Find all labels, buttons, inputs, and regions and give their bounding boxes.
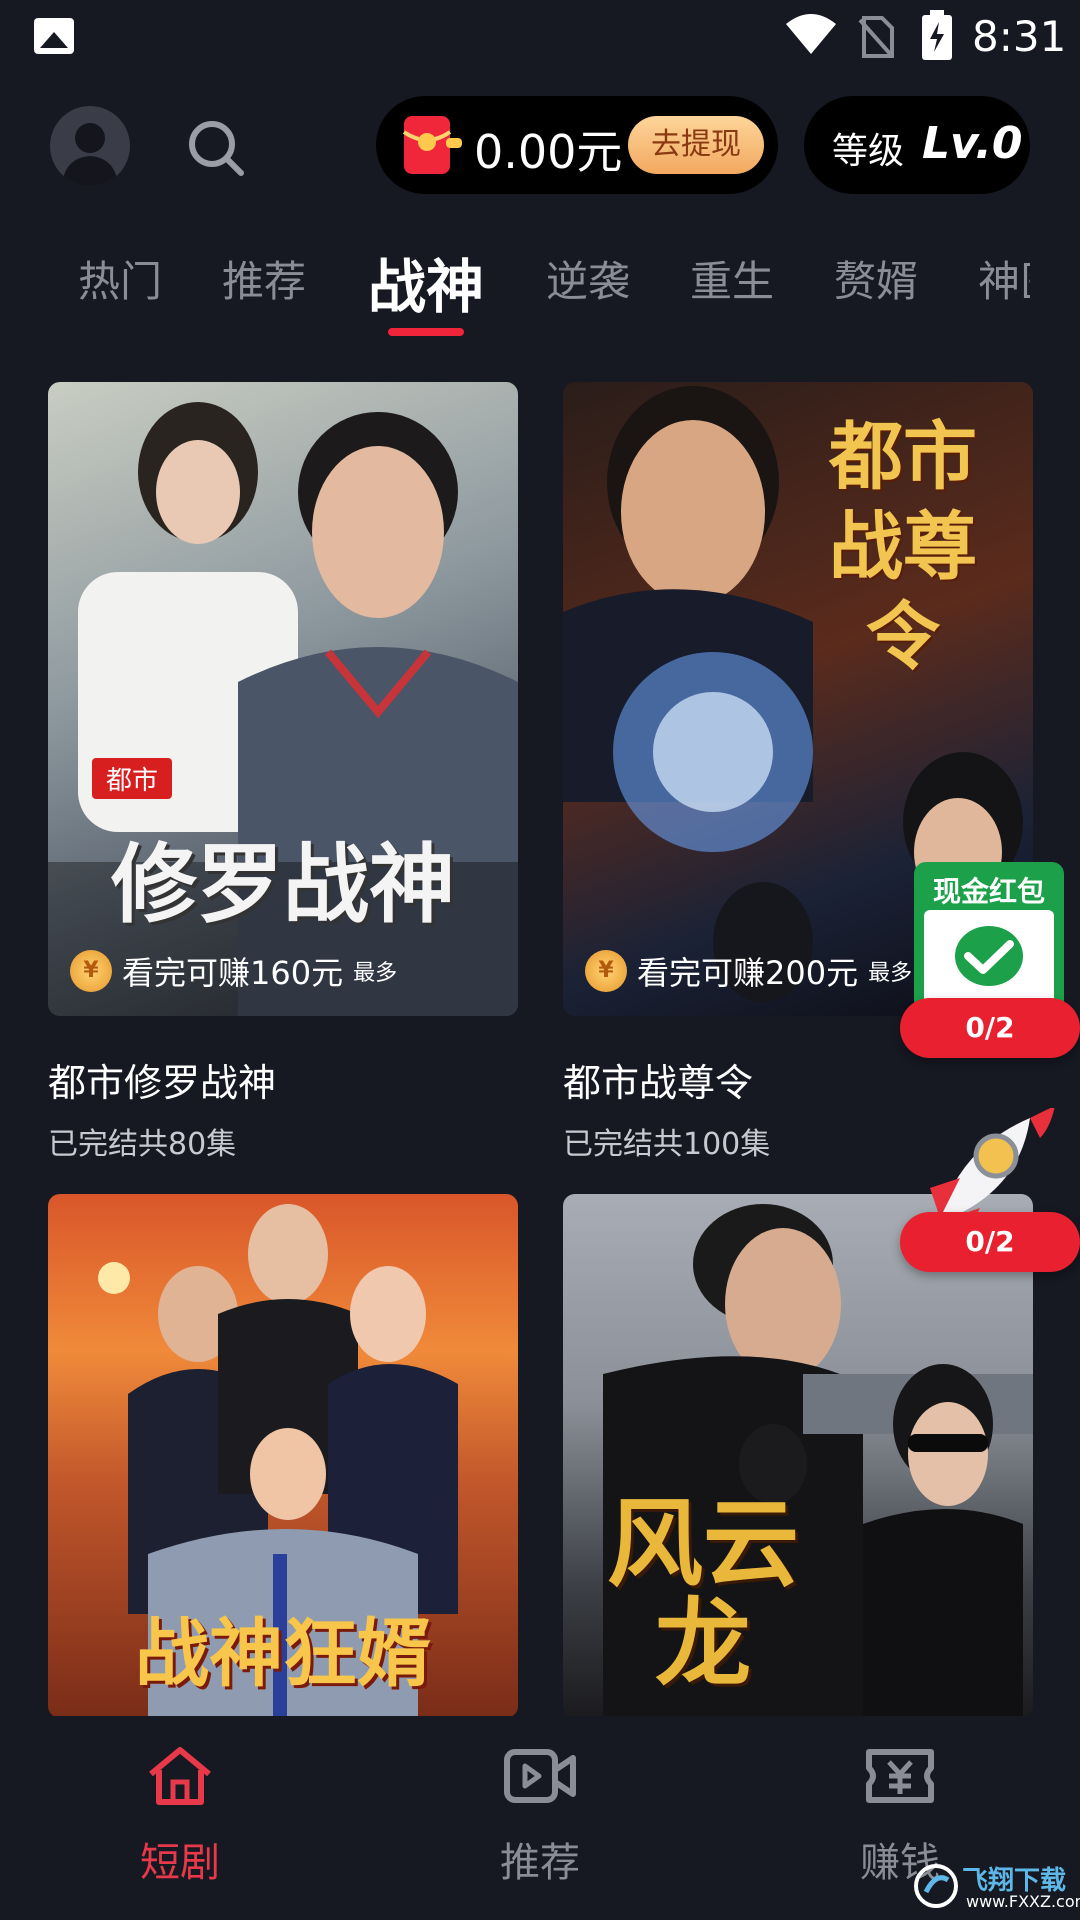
level-label: 等级 [832, 131, 905, 172]
ticket-icon [866, 1749, 934, 1803]
nav-short-drama[interactable]: 短剧 [80, 1744, 280, 1888]
poster-title: 修罗战神 [111, 834, 455, 935]
drama-card[interactable]: 风云龙 [563, 1194, 1033, 1718]
drama-poster[interactable]: 都市 修罗战神 ¥ 看完可赚160元 最多 [48, 382, 518, 1016]
nav-label: 推荐 [500, 1840, 580, 1886]
avatar[interactable] [50, 106, 130, 186]
wifi-icon [786, 14, 836, 54]
nav-recommend[interactable]: 推荐 [440, 1744, 640, 1888]
poster-title: 都市战尊令 [829, 414, 977, 680]
earn-badge: ¥ 看完可赚200元 最多 [585, 948, 912, 994]
level-value: Lv.0 [922, 118, 1023, 169]
no-sim-icon [858, 16, 894, 58]
tab-active-indicator [388, 328, 464, 336]
nav-label: 短剧 [140, 1840, 220, 1886]
tab-hot[interactable]: 热门 [78, 248, 162, 309]
red-envelope-icon [402, 116, 462, 174]
earn-text: 看完可赚160元 [122, 954, 344, 992]
drama-title[interactable]: 都市修罗战神 [48, 1052, 518, 1107]
cash-red-packet-body [924, 910, 1054, 1008]
gallery-icon [34, 18, 74, 54]
earn-max: 最多 [868, 961, 913, 986]
earn-badge: ¥ 看完可赚160元 最多 [70, 948, 397, 994]
home-icon [149, 1747, 211, 1805]
video-icon [504, 1749, 576, 1803]
earn-text: 看完可赚200元 [637, 954, 859, 992]
tab-counterattack[interactable]: 逆袭 [546, 248, 630, 309]
level-badge[interactable]: 等级 Lv.0 [804, 96, 1030, 194]
genre-tag: 都市 [92, 758, 173, 799]
battery-charging-icon [922, 10, 952, 60]
wechat-check-icon [955, 926, 1023, 986]
poster-title: 风云龙 [607, 1487, 799, 1700]
status-bar: 8:31 [0, 0, 1080, 76]
coin-icon: ¥ [70, 950, 112, 992]
drama-card[interactable]: 战神狂婿 [48, 1194, 518, 1718]
red-packet-progress[interactable]: 0/2 [900, 998, 1080, 1058]
rocket-progress[interactable]: 0/2 [900, 1212, 1080, 1272]
coin-icon: ¥ [585, 950, 627, 992]
tab-miracle-doctor[interactable]: 神医 [978, 248, 1030, 309]
user-silhouette-icon [62, 123, 118, 186]
poster-title: 战神狂婿 [135, 1611, 431, 1697]
cash-red-packet-widget[interactable]: 现金红包 [914, 862, 1064, 1012]
tab-son-in-law[interactable]: 赘婿 [834, 248, 918, 309]
balance-amount: 0.00元 [474, 125, 623, 179]
drama-poster[interactable]: 战神狂婿 [48, 1194, 518, 1718]
site-watermark: 飞翔下载 www.FXXZ.com [914, 1858, 1080, 1914]
search-icon[interactable] [186, 118, 246, 178]
tab-rebirth[interactable]: 重生 [690, 248, 774, 309]
withdraw-button[interactable]: 去提现 [628, 116, 764, 174]
drama-title[interactable]: 都市战尊令 [563, 1052, 1033, 1107]
tab-war-god[interactable]: 战神 [368, 240, 484, 324]
drama-poster[interactable]: 风云龙 [563, 1194, 1033, 1718]
category-tabs: 热门 推荐 战神 逆袭 重生 赘婿 神医 [0, 230, 1030, 340]
drama-card[interactable]: 都市 修罗战神 ¥ 看完可赚160元 最多 都市修罗战神 已完结共80集 [48, 382, 518, 1163]
wallet-balance[interactable]: 0.00元 去提现 [376, 96, 778, 194]
watermark-logo-icon [914, 1864, 958, 1908]
drama-episodes: 已完结共80集 [48, 1127, 237, 1162]
earn-max: 最多 [353, 961, 398, 986]
tab-recommend[interactable]: 推荐 [222, 248, 306, 309]
clock: 8:31 [972, 12, 1067, 61]
watermark-url: www.FXXZ.com [966, 1892, 1080, 1911]
cash-red-packet-title: 现金红包 [932, 875, 1045, 908]
rocket-icon[interactable] [920, 1108, 1060, 1228]
